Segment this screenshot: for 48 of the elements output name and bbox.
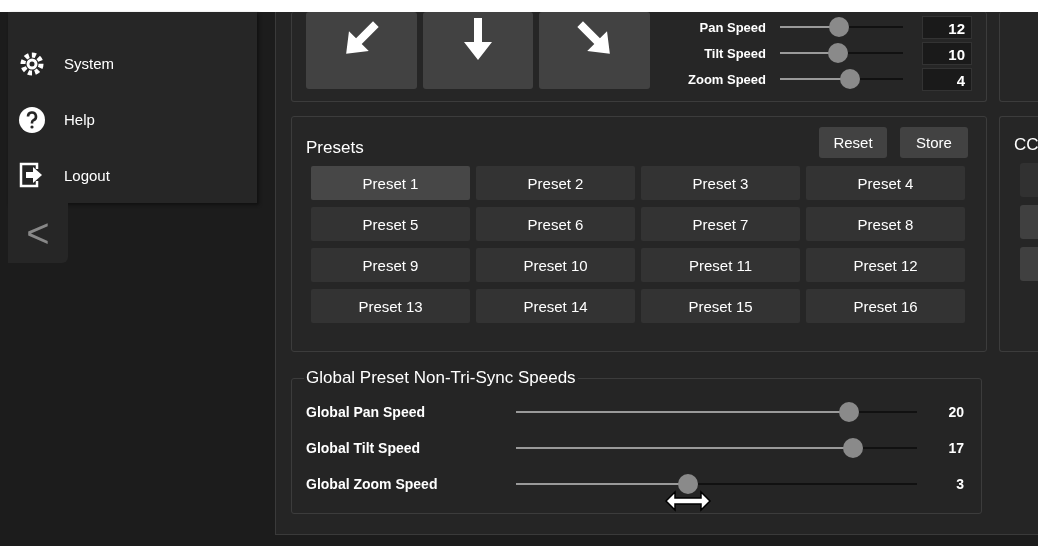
preset-button[interactable]: Preset 2 xyxy=(476,166,635,200)
collapse-button[interactable]: < xyxy=(8,203,68,263)
action-button[interactable]: Reset xyxy=(819,127,887,158)
preset-button[interactable]: Preset 3 xyxy=(641,166,800,200)
preset-button[interactable]: Preset 1 xyxy=(311,166,470,200)
speed-value: 20 xyxy=(947,404,964,420)
help-icon xyxy=(18,105,46,134)
preset-button[interactable]: Preset 8 xyxy=(806,207,965,241)
slider-thumb[interactable] xyxy=(827,43,848,63)
preset-button[interactable]: Preset 15 xyxy=(641,289,800,323)
preset-button[interactable]: Preset 9 xyxy=(311,248,470,282)
group-title: Global Preset Non-Tri-Sync Speeds xyxy=(305,368,577,388)
menu-item[interactable]: Logout xyxy=(8,147,257,203)
slider-thumb[interactable] xyxy=(838,402,859,422)
speed-label: Tilt Speed xyxy=(703,45,766,61)
preset-button[interactable]: Preset 13 xyxy=(311,289,470,323)
speed-label: Pan Speed xyxy=(698,19,766,35)
preset-button[interactable]: Preset 14 xyxy=(476,289,635,323)
preset-button[interactable]: Preset 5 xyxy=(311,207,470,241)
preset-button[interactable]: Preset 11 xyxy=(641,248,800,282)
speed-value-field[interactable]: 10 xyxy=(922,41,972,65)
move-button[interactable] xyxy=(422,12,534,89)
speed-value: 3 xyxy=(955,476,964,492)
speed-value: 17 xyxy=(947,440,964,456)
ccu-title: CC xyxy=(1014,135,1038,155)
speed-label: Global Pan Speed xyxy=(306,404,427,420)
preset-button[interactable]: Preset 16 xyxy=(806,289,965,323)
preset-button[interactable]: Preset 4 xyxy=(806,166,965,200)
slider-thumb[interactable] xyxy=(842,438,863,458)
action-button[interactable]: Store xyxy=(900,127,968,158)
speed-label: Global Zoom Speed xyxy=(306,476,439,492)
slider-thumb[interactable] xyxy=(678,474,699,494)
speed-label: Global Tilt Speed xyxy=(306,440,422,456)
presets-title: Presets xyxy=(306,138,364,158)
menu-item[interactable]: Help xyxy=(8,91,257,148)
preset-button[interactable]: Preset 12 xyxy=(806,248,965,282)
move-button[interactable] xyxy=(306,12,417,89)
menu-item[interactable]: System xyxy=(8,36,257,92)
preset-button[interactable]: Preset 10 xyxy=(476,248,635,282)
resize-cursor-icon xyxy=(664,490,713,512)
speed-value-field[interactable]: 4 xyxy=(922,67,972,91)
preset-button[interactable]: Preset 7 xyxy=(641,207,800,241)
speed-value-field[interactable]: 12 xyxy=(922,15,972,39)
move-button[interactable] xyxy=(539,12,650,89)
speed-label: Zoom Speed xyxy=(687,71,766,87)
preset-button[interactable]: Preset 6 xyxy=(476,207,635,241)
slider-thumb[interactable] xyxy=(829,17,850,37)
slider-thumb[interactable] xyxy=(840,69,861,89)
